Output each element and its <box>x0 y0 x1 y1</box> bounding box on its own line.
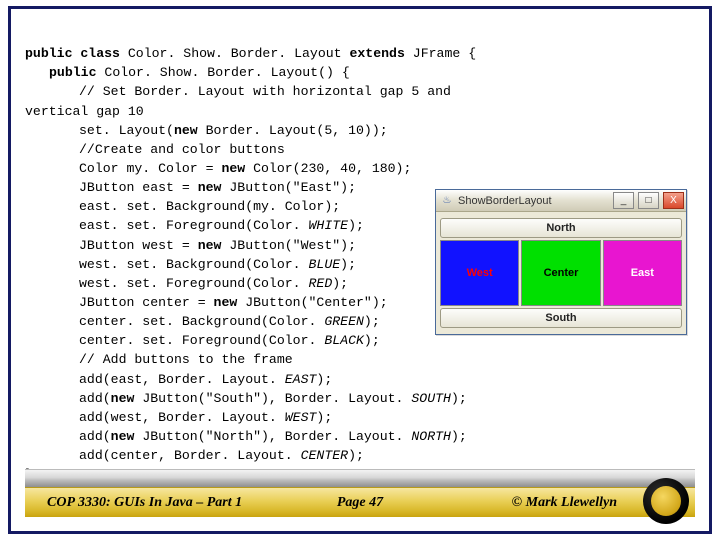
code-text: JButton west = <box>79 238 198 253</box>
code-text: ); <box>348 448 364 463</box>
code-text: RED <box>309 276 333 291</box>
code-text: //Create and color buttons <box>79 142 285 157</box>
code-text: extends <box>349 46 412 61</box>
ucf-logo-icon <box>643 478 689 524</box>
code-text: WEST <box>285 410 317 425</box>
code-text: new <box>198 180 230 195</box>
swing-body: North West Center East South <box>436 212 686 334</box>
code-text: // Add buttons to the frame <box>79 352 293 367</box>
code-text: new <box>111 391 143 406</box>
code-text: ); <box>348 218 364 233</box>
code-text: ); <box>364 333 380 348</box>
code-text: JFrame { <box>413 46 476 61</box>
south-button[interactable]: South <box>440 308 682 328</box>
footer-author: © Mark Llewellyn <box>512 495 617 511</box>
center-button[interactable]: Center <box>521 240 600 306</box>
code-text: add(west, Border. Layout. <box>79 410 285 425</box>
swing-middle-row: West Center East <box>440 240 682 306</box>
code-text: BLUE <box>309 257 341 272</box>
code-text: east. set. Foreground(Color. <box>79 218 309 233</box>
code-text: new <box>198 238 230 253</box>
code-text: Color. Show. Border. Layout <box>128 46 350 61</box>
code-text: GREEN <box>324 314 364 329</box>
swing-title: ShowBorderLayout <box>458 195 609 207</box>
code-text: WHITE <box>309 218 349 233</box>
code-text: CENTER <box>301 448 348 463</box>
code-text: // Set Border. Layout with horizontal ga… <box>79 84 451 99</box>
code-text: JButton east = <box>79 180 198 195</box>
slide-footer: COP 3330: GUIs In Java – Part 1 Page 47 … <box>25 469 695 517</box>
swing-titlebar[interactable]: ♨ ShowBorderLayout _ □ X <box>436 190 686 212</box>
code-text: add( <box>79 391 111 406</box>
code-text: set. Layout( <box>79 123 174 138</box>
code-text: new <box>111 429 143 444</box>
code-text: new <box>221 161 253 176</box>
code-text: add( <box>79 429 111 444</box>
footer-divider <box>25 469 695 487</box>
code-text: west. set. Foreground(Color. <box>79 276 309 291</box>
code-text: add(east, Border. Layout. <box>79 372 285 387</box>
close-button[interactable]: X <box>663 192 684 209</box>
code-text: add(center, Border. Layout. <box>79 448 301 463</box>
code-text: EAST <box>285 372 317 387</box>
slide-frame: public class Color. Show. Border. Layout… <box>8 6 712 534</box>
code-text: ); <box>332 276 348 291</box>
code-text: NORTH <box>411 429 451 444</box>
code-text: ); <box>364 314 380 329</box>
footer-course: COP 3330: GUIs In Java – Part 1 <box>47 495 242 511</box>
code-text: public class <box>25 46 128 61</box>
code-text: JButton("South"), Border. Layout. <box>142 391 411 406</box>
code-text: new <box>174 123 206 138</box>
code-text: JButton("Center"); <box>245 295 387 310</box>
footer-content: COP 3330: GUIs In Java – Part 1 Page 47 … <box>25 487 695 517</box>
west-button[interactable]: West <box>440 240 519 306</box>
maximize-button[interactable]: □ <box>638 192 659 209</box>
code-text: ); <box>451 429 467 444</box>
code-text: JButton("West"); <box>229 238 356 253</box>
code-text: new <box>214 295 246 310</box>
code-text: public <box>49 65 104 80</box>
java-icon: ♨ <box>440 194 454 208</box>
east-button[interactable]: East <box>603 240 682 306</box>
code-text: Border. Layout(5, 10)); <box>206 123 388 138</box>
code-text: east. set. Background(my. Color); <box>79 199 340 214</box>
code-text: ); <box>316 372 332 387</box>
code-text: center. set. Background(Color. <box>79 314 324 329</box>
code-text: Color(230, 40, 180); <box>253 161 411 176</box>
code-text: JButton("North"), Border. Layout. <box>142 429 411 444</box>
north-button[interactable]: North <box>440 218 682 238</box>
code-text: Color. Show. Border. Layout() { <box>104 65 349 80</box>
code-text: SOUTH <box>411 391 451 406</box>
code-text: BLACK <box>324 333 364 348</box>
code-text: center. set. Foreground(Color. <box>79 333 324 348</box>
footer-page: Page 47 <box>337 495 383 511</box>
code-text: west. set. Background(Color. <box>79 257 309 272</box>
minimize-button[interactable]: _ <box>613 192 634 209</box>
swing-window: ♨ ShowBorderLayout _ □ X North West Cent… <box>435 189 687 335</box>
code-text: ); <box>451 391 467 406</box>
code-text: JButton center = <box>79 295 214 310</box>
code-text: ); <box>316 410 332 425</box>
code-text: ); <box>340 257 356 272</box>
code-text: Color my. Color = <box>79 161 221 176</box>
code-text: JButton("East"); <box>229 180 356 195</box>
code-text: vertical gap 10 <box>25 104 144 119</box>
